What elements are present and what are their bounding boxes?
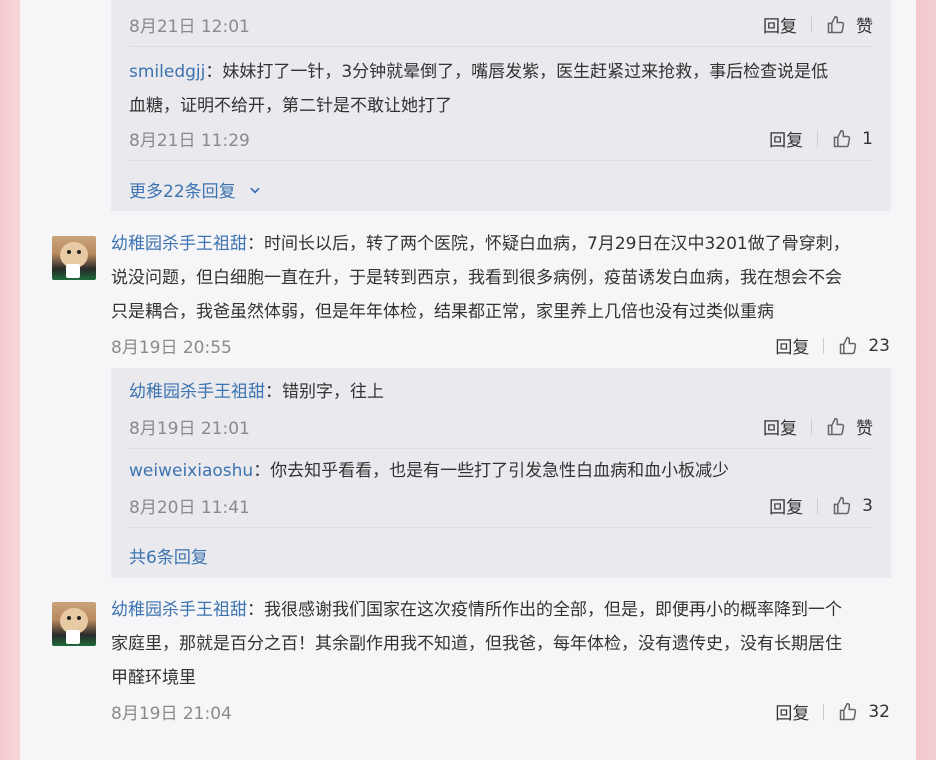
reply-username[interactable]: weiweixiaoshu — [129, 461, 253, 481]
like-button[interactable]: 23 — [838, 336, 890, 356]
avatar[interactable] — [52, 236, 96, 280]
like-count: 32 — [868, 701, 890, 722]
comment-actions: 回复 32 — [775, 699, 890, 725]
separator — [811, 418, 812, 435]
more-replies-link[interactable]: 更多22条回复 — [129, 177, 262, 202]
reply-time: 8月21日 12:01 — [129, 17, 250, 37]
separator — [823, 703, 825, 720]
like-count: 赞 — [856, 17, 873, 37]
reply-actions: 回复 1 — [769, 126, 873, 152]
reply-button[interactable]: 回复 — [763, 12, 797, 37]
reply-button[interactable]: 回复 — [763, 414, 797, 439]
reply-actions: 回复 赞 — [763, 414, 873, 439]
separator — [817, 130, 819, 147]
divider — [129, 527, 873, 528]
thumbs-up-icon — [827, 15, 845, 33]
reply-text: smiledgjj：妹妹打了一针，3分钟就晕倒了，嘴唇发紫，医生赶紧过来抢救，事… — [129, 55, 873, 123]
reply-username[interactable]: smiledgjj — [129, 62, 205, 82]
comment-content: ：时间长以后，转了两个医院，怀疑白血病，7月29日在汉中3201做了骨穿刺， — [247, 234, 850, 254]
comment-text: 幼稚园杀手王祖甜：我很感谢我们国家在这次疫情所作出的全部，但是，即便再小的概率降… — [111, 593, 891, 695]
comment-content: ：我很感谢我们国家在这次疫情所作出的全部，但是，即便再小的概率降到一个 — [247, 600, 842, 620]
like-count: 赞 — [856, 419, 873, 439]
reply-actions: 回复 赞 — [763, 12, 873, 37]
avatar[interactable] — [52, 602, 96, 646]
reply-time: 8月19日 21:01 — [129, 419, 250, 439]
comment-text: 幼稚园杀手王祖甜：时间长以后，转了两个医院，怀疑白血病，7月29日在汉中3201… — [111, 227, 891, 329]
reply-button[interactable]: 回复 — [769, 493, 803, 518]
comment-content-2: 说没问题，但白细胞一直在升，于是转到西京，我看到很多病例，疫苗诱发白血病，我在想… — [111, 268, 842, 288]
separator — [823, 337, 825, 354]
like-count: 1 — [862, 128, 873, 149]
thumbs-up-icon — [833, 496, 851, 514]
reply-content: ：你去知乎看看，也是有一些打了引发急性白血病和血小板减少 — [253, 461, 730, 481]
separator — [817, 497, 819, 514]
thumbs-up-icon — [827, 417, 845, 435]
more-replies-link[interactable]: 共6条回复 — [129, 543, 208, 568]
reply-time: 8月21日 11:29 — [129, 131, 250, 151]
reply-text: weiweixiaoshu：你去知乎看看，也是有一些打了引发急性白血病和血小板减… — [129, 454, 729, 488]
comment-time: 8月19日 20:55 — [111, 338, 232, 358]
like-count: 3 — [862, 495, 873, 516]
comment-content-3: 只是耦合，我爸虽然体弱，但是年年体检，结果都正常，家里养上几倍也没有过类似重病 — [111, 302, 774, 322]
comment-actions: 回复 23 — [775, 333, 890, 359]
thumbs-up-icon — [833, 129, 851, 147]
more-replies-label: 共6条回复 — [129, 548, 208, 568]
thumbs-up-icon — [840, 336, 857, 354]
chevron-down-icon — [249, 187, 260, 194]
reply-time: 8月20日 11:41 — [129, 498, 250, 518]
comment-username[interactable]: 幼稚园杀手王祖甜 — [111, 234, 247, 254]
reply-content: ：错别字，往上 — [265, 382, 384, 402]
like-button[interactable]: 赞 — [826, 414, 873, 439]
divider — [129, 160, 873, 161]
comment-content-2: 家庭里，那就是百分之百！其余副作用我不知道，但我爸，每年体检，没有遗传史，没有长… — [111, 634, 842, 654]
reply-button[interactable]: 回复 — [769, 126, 803, 151]
divider — [129, 46, 873, 47]
like-button[interactable]: 3 — [832, 496, 873, 516]
separator — [811, 16, 812, 33]
like-count: 23 — [868, 335, 890, 356]
comment-time: 8月19日 21:04 — [111, 704, 232, 724]
like-button[interactable]: 32 — [838, 702, 890, 722]
reply-content: ：妹妹打了一针，3分钟就晕倒了，嘴唇发紫，医生赶紧过来抢救，事后检查说是低 — [205, 62, 829, 82]
reply-block-2: 幼稚园杀手王祖甜：错别字，往上 8月19日 21:01 回复 赞 weiweix… — [111, 368, 891, 578]
comment-content-3: 甲醛环境里 — [111, 668, 196, 688]
reply-actions: 回复 3 — [769, 493, 873, 519]
reply-block-1: 8月21日 12:01 回复 赞 smiledgjj：妹妹打了一针，3分钟就晕倒… — [111, 0, 891, 211]
more-replies-label: 更多22条回复 — [129, 182, 236, 202]
reply-button[interactable]: 回复 — [775, 333, 809, 358]
reply-username[interactable]: 幼稚园杀手王祖甜 — [129, 382, 265, 402]
reply-text: 幼稚园杀手王祖甜：错别字，往上 — [129, 375, 384, 409]
reply-button[interactable]: 回复 — [775, 699, 809, 724]
thumbs-up-icon — [840, 702, 857, 720]
reply-content-2: 血糖，证明不给开，第二针是不敢让她打了 — [129, 96, 452, 116]
like-button[interactable]: 1 — [832, 129, 873, 149]
like-button[interactable]: 赞 — [826, 12, 873, 37]
comment-username[interactable]: 幼稚园杀手王祖甜 — [111, 600, 247, 620]
divider — [129, 448, 873, 449]
